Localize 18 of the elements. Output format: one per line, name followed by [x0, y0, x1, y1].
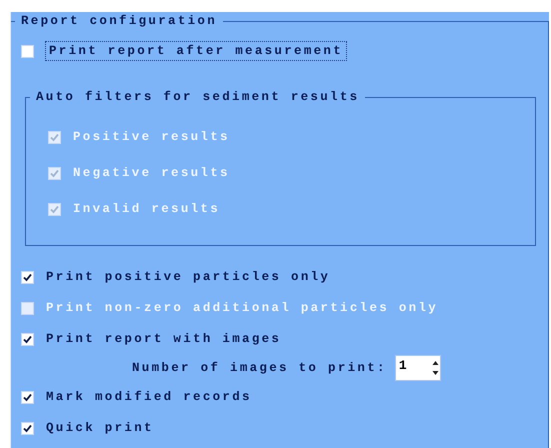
checkbox-label: Invalid results: [73, 201, 220, 218]
checkbox[interactable]: [21, 44, 34, 58]
checkbox-label: Quick print: [46, 420, 154, 437]
spinner-label: Number of images to print:: [132, 360, 387, 377]
checkbox[interactable]: [21, 332, 34, 346]
checkbox[interactable]: [21, 270, 34, 284]
checkbox-label: Print non-zero additional particles only: [46, 300, 438, 317]
group-title: Auto filters for sediment results: [35, 89, 360, 106]
checkbox-label: Print report with images: [46, 331, 282, 348]
group-title: Report configuration: [20, 13, 218, 30]
checkbox-label: Print report after measurement: [46, 42, 346, 60]
checkbox-label: Negative results: [73, 165, 230, 182]
checkbox-label: Print positive particles only: [46, 269, 330, 286]
checkbox-label: Mark modified records: [46, 389, 252, 406]
checkbox[interactable]: [21, 422, 34, 434]
checkbox[interactable]: [21, 390, 34, 404]
checkbox-label: Positive results: [73, 129, 230, 146]
number-spinner[interactable]: 1: [394, 355, 441, 381]
